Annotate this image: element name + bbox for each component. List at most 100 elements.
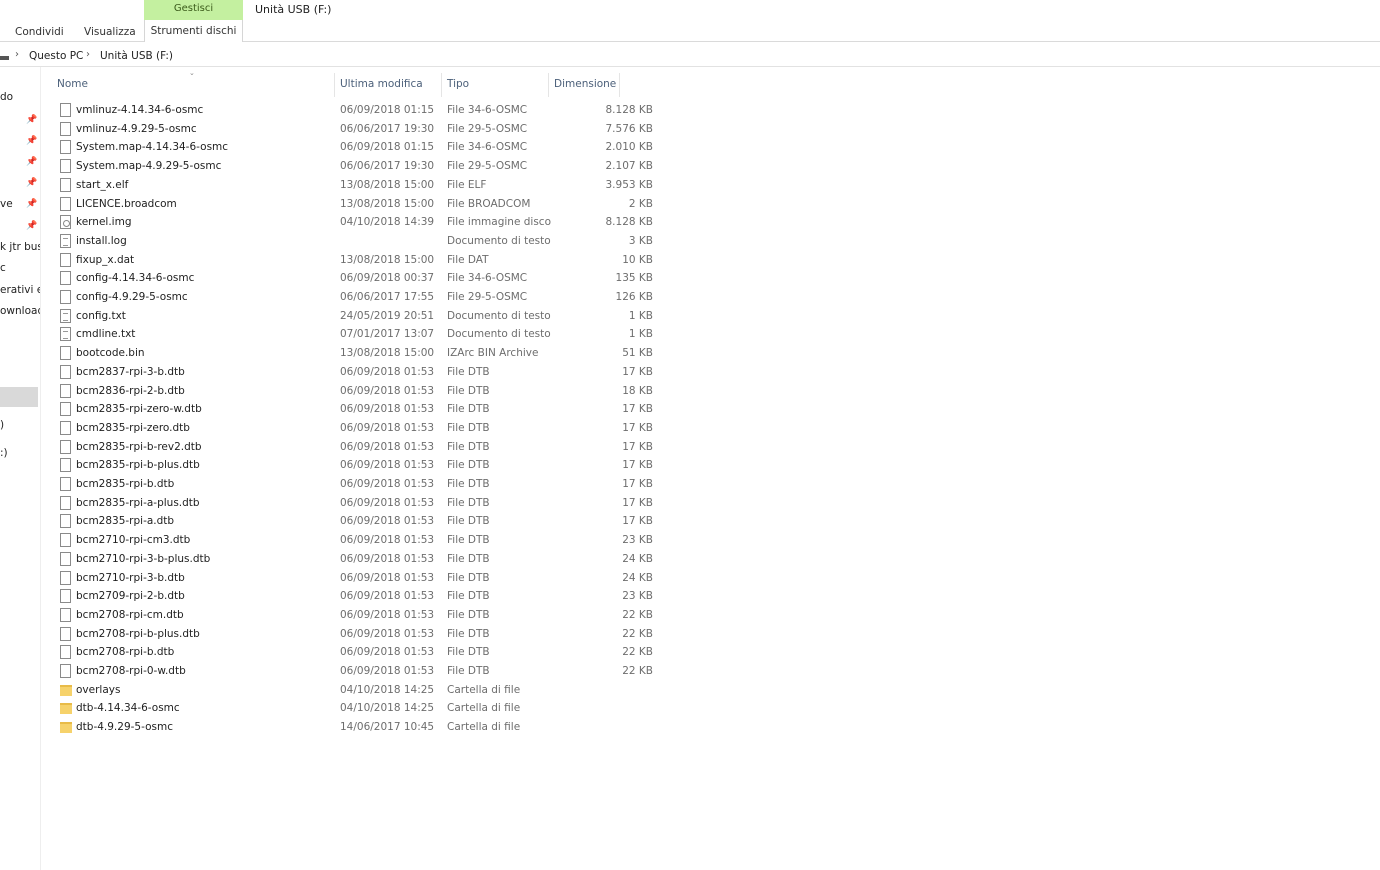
- table-row[interactable]: kernel.img 04/10/2018 14:39 File immagine …: [41, 213, 661, 231]
- table-row[interactable]: bcm2710-rpi-cm3.dtb 06/09/2018 01:53 File …: [41, 531, 661, 549]
- file-name: System.map-4.14.34-6-osmc: [76, 141, 229, 154]
- file-name: bcm2835-rpi-zero.dtb: [76, 421, 190, 434]
- file-name: bcm2835-rpi-b-plus.dtb: [76, 459, 200, 472]
- file-size: 24 KB: [622, 552, 653, 565]
- column-divider[interactable]: [441, 73, 442, 97]
- table-row[interactable]: bcm2837-rpi-3-b.dtb 06/09/2018 01:53 File …: [41, 363, 661, 381]
- table-row[interactable]: config-4.14.34-6-osmc 06/09/2018 00:37 Fil…: [41, 269, 661, 287]
- file-size: 3.953 KB: [605, 178, 654, 191]
- table-row[interactable]: bcm2835-rpi-b-plus.dtb 06/09/2018 01:53 Fi…: [41, 456, 661, 474]
- pin-icon: 📌: [26, 221, 38, 231]
- column-header-ultima-modifica[interactable]: Ultima modifica: [340, 73, 423, 95]
- table-row[interactable]: bcm2710-rpi-3-b.dtb 06/09/2018 01:53 File …: [41, 569, 661, 587]
- table-row[interactable]: vmlinuz-4.14.34-6-osmc 06/09/2018 01:15 Fi…: [41, 101, 661, 119]
- file-type: Cartella di file: [447, 721, 521, 734]
- nav-item[interactable]: :): [0, 447, 8, 459]
- file-icon: [60, 346, 71, 361]
- file-modified: 13/08/2018 15:00: [340, 347, 435, 360]
- window-title: Unità USB (F:): [255, 3, 332, 16]
- file-type: File DTB: [447, 571, 490, 584]
- file-size: 22 KB: [622, 646, 653, 659]
- file-type: File 29-5-OSMC: [447, 160, 528, 173]
- file-modified: 06/09/2018 01:53: [340, 627, 435, 640]
- nav-item[interactable]: do: [0, 91, 13, 103]
- tab-condividi[interactable]: Condividi: [15, 25, 64, 41]
- file-type: File 34-6-OSMC: [447, 272, 528, 285]
- table-row[interactable]: bcm2835-rpi-b-rev2.dtb 06/09/2018 01:53 Fi…: [41, 438, 661, 456]
- file-type: File DTB: [447, 365, 490, 378]
- file-type: File DTB: [447, 421, 490, 434]
- column-divider[interactable]: [548, 73, 549, 97]
- file-name: config.txt: [76, 309, 126, 322]
- file-type: File DTB: [447, 608, 490, 621]
- nav-item[interactable]: ve: [0, 198, 13, 210]
- file-icon: [60, 290, 71, 304]
- file-type: File DTB: [447, 590, 490, 603]
- table-row[interactable]: start_x.elf 13/08/2018 15:00 File ELF 3.953…: [41, 176, 661, 194]
- table-row[interactable]: System.map-4.9.29-5-osmc 06/06/2017 19:30…: [41, 157, 661, 175]
- tab-strumenti-dischi[interactable]: Strumenti dischi: [144, 20, 243, 42]
- table-row[interactable]: bcm2708-rpi-b-plus.dtb 06/09/2018 01:53 Fi…: [41, 625, 661, 643]
- breadcrumb-usb-drive[interactable]: Unità USB (F:): [100, 50, 173, 62]
- tab-visualizza[interactable]: Visualizza: [84, 25, 136, 41]
- file-icon: [60, 514, 71, 529]
- column-header-dimensione[interactable]: Dimensione: [554, 73, 616, 95]
- table-row[interactable]: bcm2835-rpi-zero-w.dtb 06/09/2018 01:53 Fi…: [41, 400, 661, 418]
- table-row[interactable]: bcm2836-rpi-2-b.dtb 06/09/2018 01:53 File …: [41, 382, 661, 400]
- file-size: 10 KB: [622, 253, 653, 266]
- chevron-right-icon[interactable]: ›: [15, 49, 19, 60]
- table-row[interactable]: System.map-4.14.34-6-osmc 06/09/2018 01:1…: [41, 138, 661, 156]
- nav-item[interactable]: ownloads: [0, 305, 40, 317]
- breadcrumb-questo-pc[interactable]: Questo PC: [29, 50, 83, 62]
- table-row[interactable]: LICENCE.broadcom 13/08/2018 15:00 File BRO…: [41, 195, 661, 213]
- table-row[interactable]: bootcode.bin 13/08/2018 15:00 IZArc BIN Ar…: [41, 344, 661, 362]
- table-row[interactable]: dtb-4.9.29-5-osmc 14/06/2017 10:45 Cartell…: [41, 718, 661, 736]
- file-name: bcm2710-rpi-3-b.dtb: [76, 571, 185, 584]
- file-type: Documento di testo: [447, 328, 551, 341]
- nav-item[interactable]: erativi e S: [0, 284, 40, 296]
- nav-item[interactable]: k jtr busi: [0, 241, 40, 253]
- file-type: Documento di testo: [447, 234, 551, 247]
- column-header-tipo[interactable]: Tipo: [447, 73, 469, 95]
- file-type: File DTB: [447, 534, 490, 547]
- table-row[interactable]: bcm2835-rpi-a.dtb 06/09/2018 01:53 File DT…: [41, 512, 661, 530]
- column-divider[interactable]: [334, 73, 335, 97]
- file-size: 17 KB: [622, 459, 653, 472]
- file-name: dtb-4.9.29-5-osmc: [76, 721, 173, 734]
- nav-item[interactable]: c: [0, 262, 6, 274]
- table-row[interactable]: vmlinuz-4.9.29-5-osmc 06/06/2017 19:30 Fil…: [41, 120, 661, 138]
- table-row[interactable]: bcm2835-rpi-a-plus.dtb 06/09/2018 01:53 Fi…: [41, 494, 661, 512]
- table-row[interactable]: bcm2710-rpi-3-b-plus.dtb 06/09/2018 01:53…: [41, 550, 661, 568]
- file-modified: 06/09/2018 01:53: [340, 403, 435, 416]
- table-row[interactable]: install.log Documento di testo 3 KB: [41, 232, 661, 250]
- table-row[interactable]: config.txt 24/05/2019 20:51 Documento di t…: [41, 307, 661, 325]
- column-divider[interactable]: [619, 73, 620, 97]
- table-row[interactable]: overlays 04/10/2018 14:25 Cartella di file: [41, 681, 661, 699]
- drive-icon: [0, 56, 9, 60]
- file-type: File DTB: [447, 440, 490, 453]
- nav-selected-item[interactable]: [0, 387, 38, 407]
- table-row[interactable]: bcm2709-rpi-2-b.dtb 06/09/2018 01:53 File …: [41, 587, 661, 605]
- file-name: start_x.elf: [76, 178, 129, 191]
- table-row[interactable]: bcm2708-rpi-0-w.dtb 06/09/2018 01:53 File …: [41, 662, 661, 680]
- file-icon: [60, 458, 71, 473]
- nav-item[interactable]: ): [0, 419, 4, 431]
- table-row[interactable]: bcm2835-rpi-zero.dtb 06/09/2018 01:53 File…: [41, 419, 661, 437]
- column-header-nome[interactable]: Nome: [57, 73, 88, 95]
- file-type: File 29-5-OSMC: [447, 291, 528, 303]
- file-icon: [60, 383, 71, 398]
- table-row[interactable]: cmdline.txt 07/01/2017 13:07 Documento di …: [41, 325, 661, 343]
- table-row[interactable]: config-4.9.29-5-osmc 06/06/2017 17:55 File…: [41, 288, 661, 306]
- file-icon: [60, 589, 71, 604]
- table-row[interactable]: bcm2708-rpi-b.dtb 06/09/2018 01:53 File DT…: [41, 643, 661, 661]
- file-size: 23 KB: [622, 590, 653, 603]
- table-row[interactable]: bcm2835-rpi-b.dtb 06/09/2018 01:53 File DT…: [41, 475, 661, 493]
- table-row[interactable]: dtb-4.14.34-6-osmc 04/10/2018 14:25 Cartel…: [41, 699, 661, 717]
- chevron-right-icon[interactable]: ›: [86, 49, 90, 60]
- pin-icon: 📌: [26, 136, 38, 146]
- table-row[interactable]: bcm2708-rpi-cm.dtb 06/09/2018 01:53 File D…: [41, 606, 661, 624]
- address-bar[interactable]: › Questo PC › Unità USB (F:): [0, 45, 1380, 67]
- file-icon: [60, 103, 71, 117]
- navigation-pane: do 📌 📌 📌 📌 ve 📌 📌 k jtr busi c erativi e…: [0, 67, 41, 870]
- table-row[interactable]: fixup_x.dat 13/08/2018 15:00 File DAT 10 KB: [41, 251, 661, 269]
